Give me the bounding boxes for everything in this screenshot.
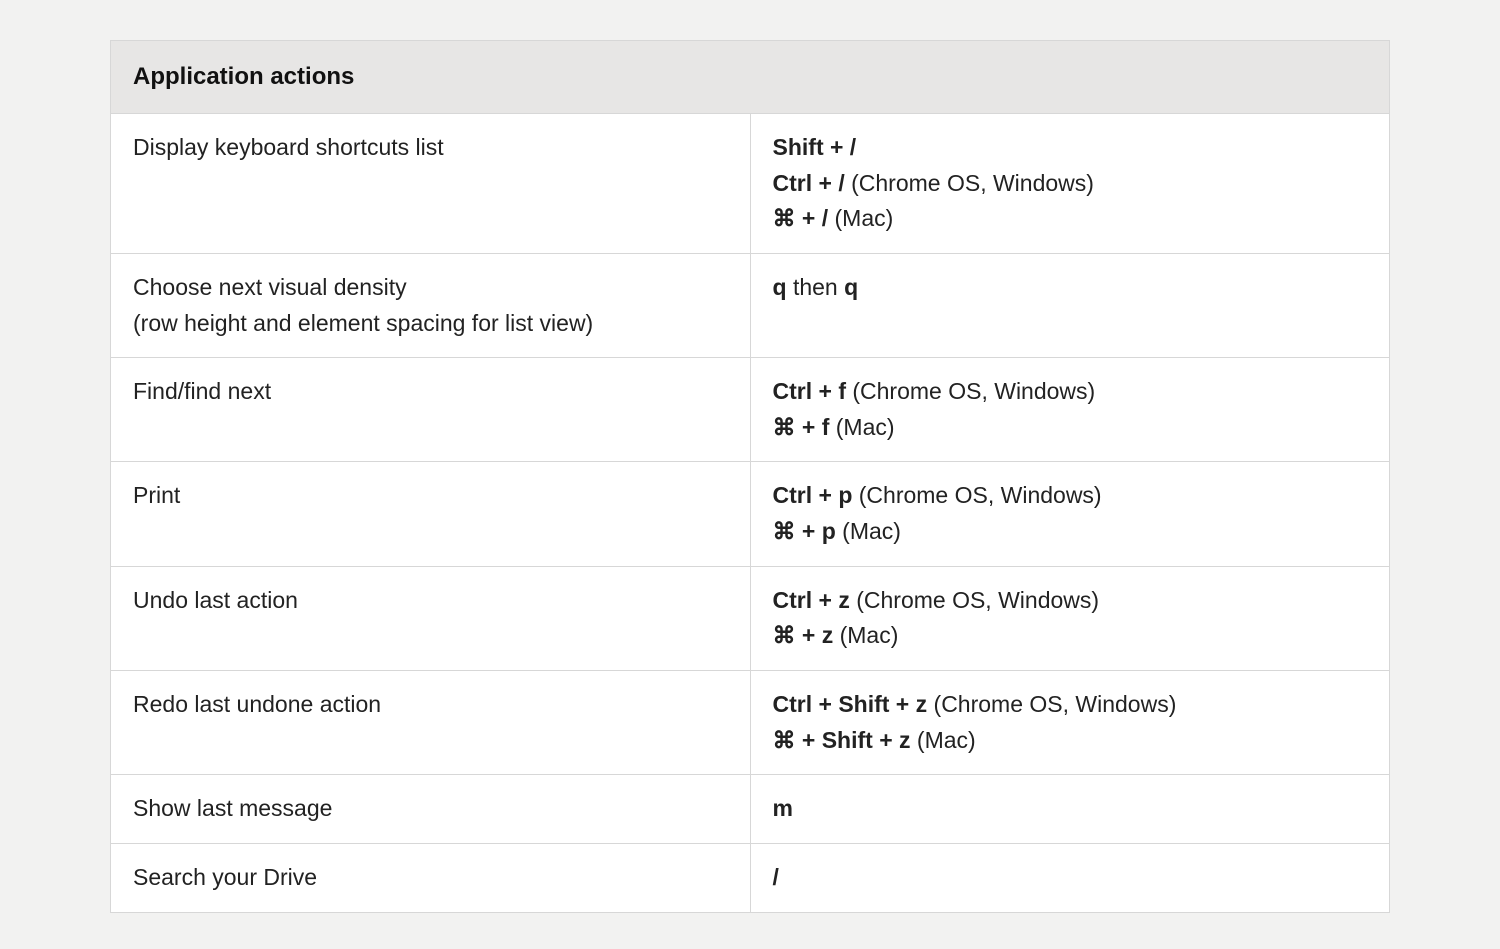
shortcuts-table: Application actions Display keyboard sho… bbox=[110, 40, 1390, 913]
action-cell: Display keyboard shortcuts list bbox=[111, 114, 751, 254]
shortcut-note: (Mac) bbox=[828, 205, 893, 231]
shortcut-key: ⌘ + z bbox=[773, 622, 834, 648]
action-cell: Print bbox=[111, 462, 751, 566]
shortcut-line: m bbox=[773, 791, 1368, 827]
action-cell: Redo last undone action bbox=[111, 671, 751, 775]
page-container: Application actions Display keyboard sho… bbox=[0, 0, 1500, 949]
shortcut-key: q bbox=[844, 274, 858, 300]
shortcut-key: ⌘ + / bbox=[773, 205, 829, 231]
shortcut-key: Ctrl + p bbox=[773, 482, 853, 508]
shortcut-line: Ctrl + z (Chrome OS, Windows) bbox=[773, 583, 1368, 619]
shortcut-line: Ctrl + p (Chrome OS, Windows) bbox=[773, 478, 1368, 514]
table-row: PrintCtrl + p (Chrome OS, Windows)⌘ + p … bbox=[111, 462, 1390, 566]
table-body: Display keyboard shortcuts list Shift + /… bbox=[111, 114, 1390, 913]
shortcut-cell: Ctrl + z (Chrome OS, Windows)⌘ + z (Mac) bbox=[750, 566, 1390, 670]
shortcut-note: (Mac) bbox=[829, 414, 894, 440]
shortcut-key: Ctrl + Shift + z bbox=[773, 691, 928, 717]
shortcut-line: Ctrl + / (Chrome OS, Windows) bbox=[773, 166, 1368, 202]
shortcut-cell: Shift + /Ctrl + / (Chrome OS, Windows)⌘ … bbox=[750, 114, 1390, 254]
shortcut-note: (Mac) bbox=[833, 622, 898, 648]
shortcut-key: Ctrl + z bbox=[773, 587, 850, 613]
action-cell: Find/find next bbox=[111, 358, 751, 462]
shortcut-note: (Chrome OS, Windows) bbox=[845, 170, 1094, 196]
shortcut-key: Shift + / bbox=[773, 134, 857, 160]
table-row: Undo last action Ctrl + z (Chrome OS, Win… bbox=[111, 566, 1390, 670]
shortcut-cell: q then q bbox=[750, 253, 1390, 357]
shortcut-cell: Ctrl + Shift + z (Chrome OS, Windows)⌘ +… bbox=[750, 671, 1390, 775]
action-cell: Search your Drive bbox=[111, 843, 751, 912]
shortcut-note: (Mac) bbox=[911, 727, 976, 753]
shortcut-line: q then q bbox=[773, 270, 1368, 306]
shortcut-line: Ctrl + f (Chrome OS, Windows) bbox=[773, 374, 1368, 410]
shortcut-key: m bbox=[773, 795, 793, 821]
shortcut-key: ⌘ + f bbox=[773, 414, 830, 440]
shortcut-line: Shift + / bbox=[773, 130, 1368, 166]
table-row: Search your Drive / bbox=[111, 843, 1390, 912]
shortcut-cell: m bbox=[750, 775, 1390, 844]
shortcut-note: (Chrome OS, Windows) bbox=[850, 587, 1099, 613]
shortcut-key: q bbox=[773, 274, 787, 300]
shortcut-note: (Chrome OS, Windows) bbox=[927, 691, 1176, 717]
shortcut-cell: Ctrl + p (Chrome OS, Windows)⌘ + p (Mac) bbox=[750, 462, 1390, 566]
table-row: Redo last undone actionCtrl + Shift + z … bbox=[111, 671, 1390, 775]
shortcut-note: (Chrome OS, Windows) bbox=[852, 482, 1101, 508]
shortcut-line: ⌘ + Shift + z (Mac) bbox=[773, 723, 1368, 759]
table-row: Find/find next Ctrl + f (Chrome OS, Windo… bbox=[111, 358, 1390, 462]
action-cell: Undo last action bbox=[111, 566, 751, 670]
shortcut-note: (Chrome OS, Windows) bbox=[846, 378, 1095, 404]
shortcut-cell: / bbox=[750, 843, 1390, 912]
shortcut-line: ⌘ + p (Mac) bbox=[773, 514, 1368, 550]
shortcut-line: ⌘ + f (Mac) bbox=[773, 410, 1368, 446]
table-row: Show last message m bbox=[111, 775, 1390, 844]
shortcut-key: Ctrl + / bbox=[773, 170, 845, 196]
shortcut-key: / bbox=[773, 864, 779, 890]
shortcut-key: Ctrl + f bbox=[773, 378, 846, 404]
shortcut-line: Ctrl + Shift + z (Chrome OS, Windows) bbox=[773, 687, 1368, 723]
shortcut-cell: Ctrl + f (Chrome OS, Windows)⌘ + f (Mac) bbox=[750, 358, 1390, 462]
shortcut-line: ⌘ + z (Mac) bbox=[773, 618, 1368, 654]
shortcut-note: then bbox=[787, 274, 845, 300]
table-row: Choose next visual density(row height an… bbox=[111, 253, 1390, 357]
action-cell: Show last message bbox=[111, 775, 751, 844]
shortcut-key: ⌘ + Shift + z bbox=[773, 727, 911, 753]
shortcut-line: ⌘ + / (Mac) bbox=[773, 201, 1368, 237]
shortcut-line: / bbox=[773, 860, 1368, 896]
table-row: Display keyboard shortcuts list Shift + /… bbox=[111, 114, 1390, 254]
table-header: Application actions bbox=[111, 41, 1390, 114]
action-cell: Choose next visual density(row height an… bbox=[111, 253, 751, 357]
shortcut-note: (Mac) bbox=[836, 518, 901, 544]
shortcut-key: ⌘ + p bbox=[773, 518, 836, 544]
